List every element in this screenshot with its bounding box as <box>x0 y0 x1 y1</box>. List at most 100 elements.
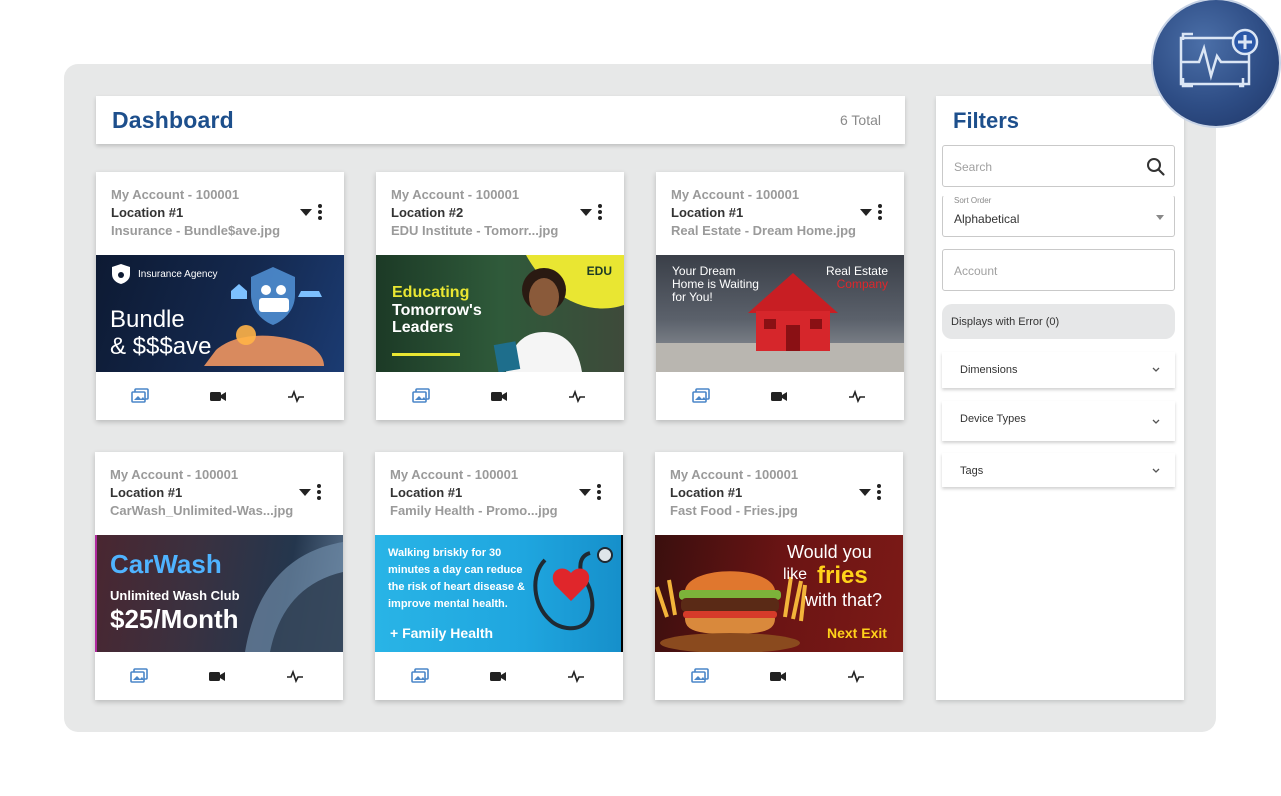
gallery-icon[interactable] <box>130 668 148 684</box>
display-card[interactable]: My Account - 100001 Location #1 Fast Foo… <box>655 452 903 700</box>
thumb-brand: + Family Health <box>390 625 494 641</box>
thumb-line3: Leaders <box>392 319 454 336</box>
caret-down-icon[interactable] <box>859 489 871 496</box>
more-options-icon[interactable] <box>876 204 884 222</box>
video-icon[interactable] <box>208 668 226 684</box>
card-location: Location #1 <box>390 485 463 500</box>
card-thumbnail[interactable]: CarWash Unlimited Wash Club $25/Month <box>95 535 343 652</box>
select-caret-icon <box>1156 215 1164 220</box>
search-placeholder: Search <box>954 160 993 174</box>
chevron-down-icon <box>1152 419 1160 424</box>
pulse-icon[interactable] <box>567 668 585 684</box>
card-footer <box>95 652 343 700</box>
thumb-brand: Insurance Agency <box>138 269 218 280</box>
display-card[interactable]: My Account - 100001 Location #1 Family H… <box>375 452 623 700</box>
card-account: My Account - 100001 <box>390 467 519 482</box>
accordion-tags[interactable]: Tags <box>942 453 1175 487</box>
thumb-line2: minutes a day can reduce <box>388 564 523 576</box>
caret-down-icon[interactable] <box>299 489 311 496</box>
app-logo <box>1153 0 1279 126</box>
caret-down-icon[interactable] <box>860 209 872 216</box>
card-footer <box>96 372 344 420</box>
sort-order-select[interactable]: Sort Order Alphabetical <box>942 195 1175 237</box>
filters-panel: Filters Search Sort Order Alphabetical A… <box>936 96 1184 700</box>
card-account: My Account - 100001 <box>671 187 800 202</box>
card-account: My Account - 100001 <box>670 467 799 482</box>
card-location: Location #2 <box>391 205 464 220</box>
display-card[interactable]: My Account - 100001 Location #1 CarWash_… <box>95 452 343 700</box>
card-thumbnail[interactable]: Your Dream Home is Waiting for You! Real… <box>656 255 904 372</box>
more-options-icon[interactable] <box>596 204 604 222</box>
thumb-line2b: fries <box>817 562 868 589</box>
account-placeholder: Account <box>954 264 998 278</box>
gallery-icon[interactable] <box>692 388 710 404</box>
gallery-icon[interactable] <box>131 388 149 404</box>
pulse-icon[interactable] <box>848 388 866 404</box>
video-icon[interactable] <box>770 388 788 404</box>
card-header: My Account - 100001 Location #1 Insuranc… <box>96 172 344 255</box>
card-location: Location #1 <box>671 205 744 220</box>
display-card[interactable]: My Account - 100001 Location #2 EDU Inst… <box>376 172 624 420</box>
more-options-icon[interactable] <box>315 484 323 502</box>
video-icon[interactable] <box>489 668 507 684</box>
gallery-icon[interactable] <box>691 668 709 684</box>
card-thumbnail[interactable]: Insurance Agency Bundle & $$$ave <box>96 255 344 372</box>
thumb-tag: EDU <box>586 264 612 278</box>
video-icon[interactable] <box>209 388 227 404</box>
thumb-line2: & $$$ave <box>110 333 212 360</box>
caret-down-icon[interactable] <box>300 209 312 216</box>
thumb-line3: for You! <box>672 290 713 304</box>
caret-down-icon[interactable] <box>579 489 591 496</box>
errors-label: Displays with Error (0) <box>951 316 1060 328</box>
display-card[interactable]: My Account - 100001 Location #1 Real Est… <box>656 172 904 420</box>
thumb-line2: Tomorrow's <box>392 302 482 319</box>
gallery-icon[interactable] <box>411 668 429 684</box>
chevron-down-icon <box>1152 468 1160 473</box>
card-filename: Fast Food - Fries.jpg <box>670 503 798 518</box>
total-count: 6 Total <box>840 112 881 128</box>
accordion-dimensions[interactable]: Dimensions <box>942 352 1175 388</box>
video-icon[interactable] <box>769 668 787 684</box>
sort-order-label: Sort Order <box>954 196 992 205</box>
thumb-line2: Unlimited Wash Club <box>110 588 240 603</box>
errors-toggle[interactable]: Displays with Error (0) <box>942 304 1175 339</box>
pulse-icon[interactable] <box>568 388 586 404</box>
accordion-label: Dimensions <box>960 364 1018 376</box>
card-filename: Insurance - Bundle$ave.jpg <box>111 223 281 238</box>
app-root: Dashboard 6 Total My Account - 100001 Lo… <box>0 0 1281 796</box>
card-thumbnail[interactable]: Walking briskly for 30 minutes a day can… <box>375 535 623 652</box>
more-options-icon[interactable] <box>875 484 883 502</box>
pulse-icon[interactable] <box>847 668 865 684</box>
pulse-icon[interactable] <box>287 388 305 404</box>
card-header: My Account - 100001 Location #2 EDU Inst… <box>376 172 624 255</box>
thumb-brand-line1: Real Estate <box>825 264 888 278</box>
caret-down-icon[interactable] <box>580 209 592 216</box>
card-account: My Account - 100001 <box>110 467 239 482</box>
monitor-pulse-add-icon <box>1179 28 1259 88</box>
more-options-icon[interactable] <box>595 484 603 502</box>
card-header: My Account - 100001 Location #1 Fast Foo… <box>655 452 903 535</box>
card-thumbnail[interactable]: EDU Educating Tomorrow's Leaders <box>376 255 624 372</box>
video-icon[interactable] <box>490 388 508 404</box>
accordion-device-types[interactable]: Device Types <box>942 401 1175 441</box>
display-card[interactable]: My Account - 100001 Location #1 Insuranc… <box>96 172 344 420</box>
card-thumbnail[interactable]: Would you like fries with that? Next Exi… <box>655 535 903 652</box>
account-input[interactable]: Account <box>942 249 1175 291</box>
card-account: My Account - 100001 <box>111 187 240 202</box>
card-filename: EDU Institute - Tomorr...jpg <box>391 223 559 238</box>
card-footer <box>375 652 623 700</box>
card-footer <box>655 652 903 700</box>
card-filename: Family Health - Promo...jpg <box>390 503 558 518</box>
dashboard-header: Dashboard 6 Total <box>96 96 905 144</box>
thumb-line4: improve mental health. <box>388 598 508 610</box>
thumb-line1: Bundle <box>110 306 185 333</box>
thumb-line1: CarWash <box>110 549 222 579</box>
sort-order-value: Alphabetical <box>954 212 1020 226</box>
thumb-line2: Home is Waiting <box>672 277 759 291</box>
search-icon[interactable] <box>1146 157 1166 177</box>
gallery-icon[interactable] <box>412 388 430 404</box>
pulse-icon[interactable] <box>286 668 304 684</box>
search-input[interactable]: Search <box>942 145 1175 187</box>
thumb-line3: with that? <box>805 590 883 610</box>
more-options-icon[interactable] <box>316 204 324 222</box>
